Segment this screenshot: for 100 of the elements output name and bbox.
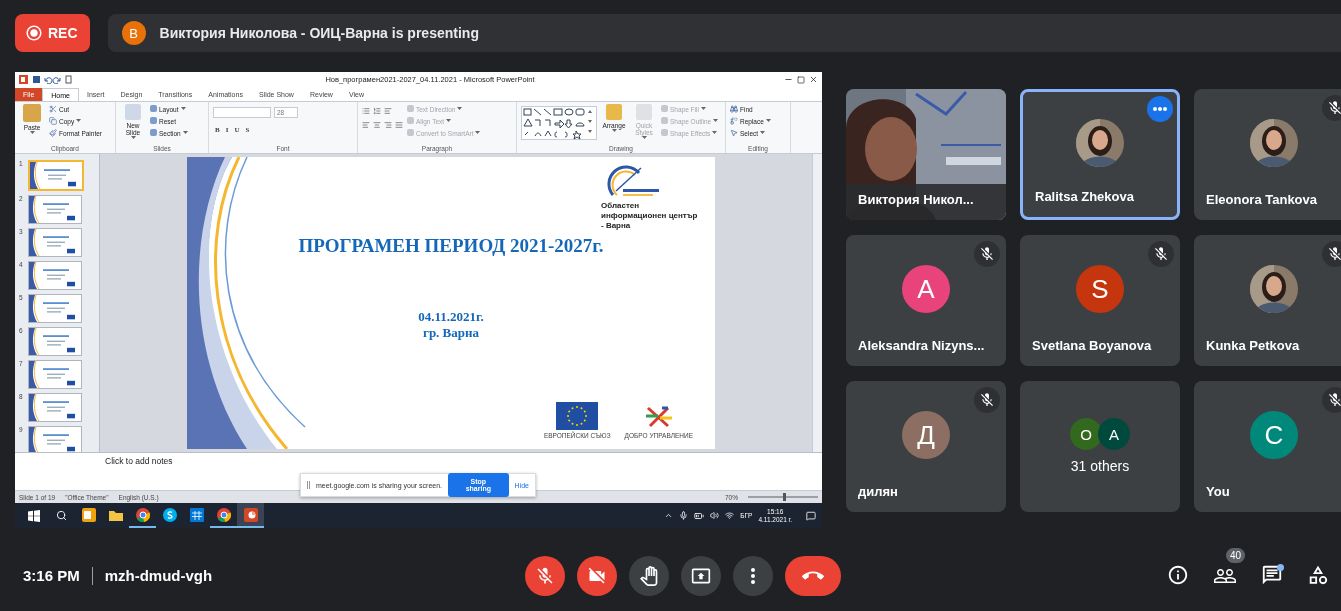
hand-icon: [639, 565, 659, 586]
arrange-icon: [606, 104, 622, 120]
participant-tile[interactable]: C You: [1194, 380, 1341, 512]
participant-tile[interactable]: A Aleksandra Nizyns...: [846, 234, 1006, 366]
participant-tile[interactable]: S Svetlana Boyanova: [1020, 234, 1180, 366]
chat-icon: [1261, 563, 1283, 586]
participant-name: You: [1206, 483, 1230, 499]
more-options-button[interactable]: [733, 555, 773, 596]
command-icon: [730, 117, 738, 125]
network-icon[interactable]: [725, 511, 735, 520]
command-icon: [373, 107, 381, 115]
font-name-field[interactable]: [213, 107, 271, 118]
browser-icon[interactable]: [135, 507, 150, 522]
mic-off-icon: [1327, 391, 1341, 408]
command-icon: [373, 121, 381, 129]
participant-tile[interactable]: Виктория Никол...: [846, 88, 1006, 220]
meeting-time: 3:16 PM: [23, 567, 80, 584]
avatar: Д: [902, 411, 950, 459]
command-icon: [395, 121, 403, 129]
caret-icon: [180, 107, 186, 111]
participant-tile[interactable]: Ralitsa Zhekova: [1020, 88, 1180, 220]
avatar: A: [902, 265, 950, 313]
organization-caption: Областен информационен център - Варна: [601, 201, 699, 231]
more-options-button[interactable]: [1147, 95, 1173, 122]
presenter-text: Виктория Николова - ОИЦ-Варна is presenting: [159, 25, 479, 41]
slide-thumbnail[interactable]: [28, 327, 82, 356]
mail-app-icon[interactable]: [81, 507, 96, 522]
microphone-button[interactable]: [525, 555, 565, 596]
folder-icon[interactable]: [108, 508, 123, 521]
caret-icon: [765, 119, 771, 123]
avatar: O: [1070, 418, 1102, 450]
shapes-gallery-drawing[interactable]: [521, 106, 597, 140]
mic-off-icon: [979, 391, 995, 408]
raise-hand-button[interactable]: [629, 555, 669, 596]
search-icon[interactable]: [56, 510, 67, 521]
slide-thumbnail[interactable]: [28, 360, 82, 389]
others-count: 31 others: [1070, 458, 1130, 474]
caret-icon: [457, 107, 463, 111]
caret-icon: [641, 136, 647, 140]
slide-thumbnail[interactable]: [28, 228, 82, 257]
presentation-app-icon[interactable]: [243, 507, 258, 522]
slide-city: гр. Варна: [423, 325, 479, 341]
participant-name: Aleksandra Nizyns...: [858, 337, 985, 353]
leave-call-button[interactable]: [785, 555, 841, 596]
command-icon: [384, 121, 392, 129]
participant-name: Eleonora Tankova: [1206, 191, 1317, 207]
zoom-thumb[interactable]: [783, 493, 786, 501]
calendar-icon[interactable]: [189, 507, 204, 522]
notes-placeholder: Click to add notes: [105, 456, 173, 466]
avatar: C: [1250, 411, 1298, 459]
app-logo-icon: [19, 75, 28, 84]
participant-tile[interactable]: Д дилян: [846, 380, 1006, 512]
slide-thumbnail[interactable]: [28, 195, 82, 224]
slide-thumbnail[interactable]: [28, 160, 84, 191]
caret-icon: [712, 131, 718, 135]
participant-tile[interactable]: Kunka Petkova: [1194, 234, 1341, 366]
command-icon: [49, 129, 57, 137]
participant-name: Kunka Petkova: [1206, 337, 1300, 353]
flag-icon: [556, 402, 599, 430]
command-icon: [730, 105, 738, 113]
caret-icon: [130, 136, 136, 140]
slide-thumbnail[interactable]: [28, 393, 82, 422]
notifications-icon[interactable]: [806, 510, 816, 521]
close-icon[interactable]: [809, 75, 818, 84]
caret-icon: [760, 131, 766, 135]
slide-thumbnail[interactable]: [28, 261, 82, 290]
slide-title: ПРОГРАМЕН ПЕРИОД 2021-2027г.: [298, 235, 604, 257]
slide-thumbnail[interactable]: [28, 426, 82, 452]
battery-icon[interactable]: [694, 510, 705, 521]
mic-off-icon: [979, 245, 995, 262]
caret-icon: [446, 119, 452, 123]
microphone-icon[interactable]: [679, 511, 689, 520]
participant-name: Виктория Никол...: [858, 191, 974, 207]
avatar: S: [1076, 265, 1124, 313]
styles-icon: [636, 104, 652, 120]
mic-off-icon: [535, 565, 555, 586]
volume-icon[interactable]: [710, 511, 720, 520]
restore-icon[interactable]: [797, 75, 805, 84]
chat-app-icon[interactable]: [162, 507, 177, 522]
command-icon: [49, 117, 57, 125]
slide-thumbnail[interactable]: [28, 294, 82, 323]
browser-icon[interactable]: [216, 507, 231, 522]
caret-icon: [76, 119, 82, 123]
present-button[interactable]: [681, 555, 721, 596]
mic-off-icon: [1153, 245, 1169, 262]
camera-button[interactable]: [577, 555, 617, 596]
caret-icon: [611, 129, 617, 133]
meeting-code: mzh-dmud-vgh: [104, 567, 213, 584]
caret-icon: [29, 131, 35, 135]
drag-handle-icon[interactable]: [307, 481, 310, 489]
info-icon: [1167, 563, 1189, 586]
caret-icon: [475, 131, 481, 135]
mic-off-icon: [1327, 99, 1341, 116]
slide-icon: [125, 104, 141, 120]
command-icon: [384, 107, 392, 115]
participant-tile[interactable]: Eleonora Tankova: [1194, 88, 1341, 220]
paste-icon: [23, 104, 41, 122]
command-icon: [362, 121, 370, 129]
recording-button[interactable]: REC: [15, 14, 90, 52]
participant-tile[interactable]: O A 31 others: [1020, 380, 1180, 512]
